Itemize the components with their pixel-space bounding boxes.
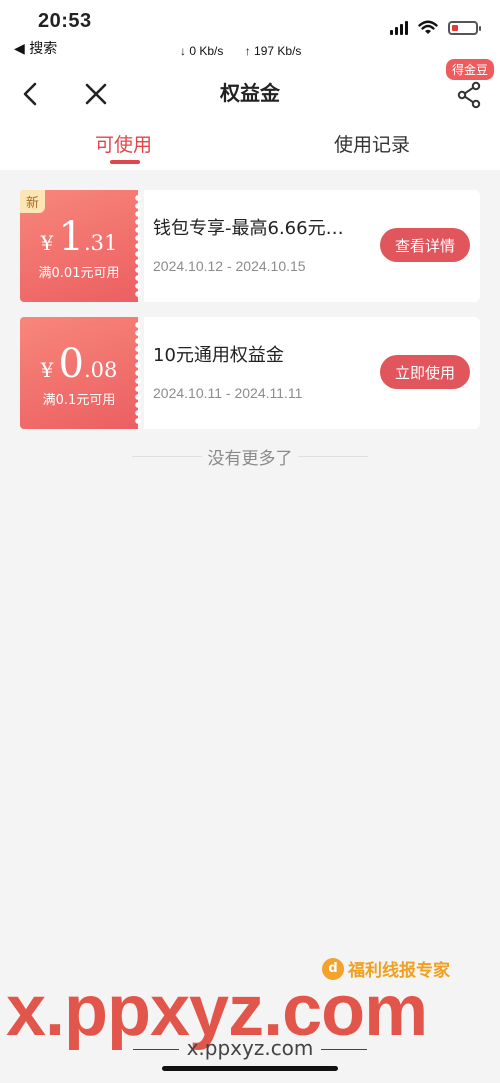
new-badge: 新 — [20, 190, 46, 213]
watermark-url: x.ppxyz.com — [0, 1036, 500, 1060]
coupon-title: 10元通用权益金 — [153, 345, 284, 366]
back-to-app-link[interactable]: ◀ 搜索 — [14, 38, 57, 58]
coupon-amount-panel: ¥ 0.08 满0.1元可用 — [20, 317, 142, 429]
active-tab-indicator — [110, 160, 140, 164]
screen: 20:53 ◀ 搜索 ↓ 0 Kb/s ↑ 197 Kb/s 权益金 得金豆 可… — [0, 0, 500, 1083]
coupon-card[interactable]: 新 ¥ 1.31 满0.01元可用 钱包专享-最高6.66元… 2024.10.… — [20, 190, 480, 302]
coupon-card[interactable]: ¥ 0.08 满0.1元可用 10元通用权益金 2024.10.11 - 202… — [20, 317, 480, 429]
view-details-button[interactable]: 查看详情 — [380, 228, 470, 262]
coupon-threshold: 满0.01元可用 — [38, 266, 120, 281]
wifi-icon — [418, 20, 438, 34]
home-indicator[interactable] — [162, 1066, 338, 1071]
coupon-amount: ¥ 0.08 — [20, 341, 138, 387]
currency-symbol: ¥ — [40, 231, 54, 255]
coupon-info: 10元通用权益金 2024.10.11 - 2024.11.11 立即使用 — [144, 317, 480, 429]
use-now-button[interactable]: 立即使用 — [380, 355, 470, 389]
tab-bar: 可使用 使用记录 — [0, 120, 500, 170]
ticket-edge — [134, 194, 142, 298]
system-icons — [390, 20, 481, 36]
coupon-info: 钱包专享-最高6.66元… 2024.10.12 - 2024.10.15 查看… — [144, 190, 480, 302]
tab-available[interactable]: 可使用 — [95, 130, 152, 157]
page-title: 权益金 — [220, 81, 280, 105]
nav-bar: 权益金 得金豆 — [0, 59, 500, 120]
coupon-title: 钱包专享-最高6.66元… — [153, 218, 344, 239]
share-icon[interactable] — [454, 76, 484, 112]
network-speed: ↓ 0 Kb/s ↑ 197 Kb/s — [180, 44, 319, 58]
coupon-threshold: 满0.1元可用 — [42, 393, 116, 408]
clock: 20:53 — [38, 10, 92, 32]
amount-decimal: .31 — [83, 231, 118, 255]
coupon-amount-panel: 新 ¥ 1.31 满0.01元可用 — [20, 190, 142, 302]
coupon-amount: ¥ 1.31 — [20, 214, 138, 260]
end-of-list-text: 没有更多了 — [0, 444, 500, 469]
amount-decimal: .08 — [83, 358, 118, 382]
amount-integer: 1 — [58, 214, 84, 260]
cellular-signal-icon — [390, 21, 408, 35]
coupon-validity: 2024.10.11 - 2024.11.11 — [153, 385, 303, 401]
tab-usage-history[interactable]: 使用记录 — [334, 130, 410, 157]
ticket-edge — [134, 321, 142, 425]
upload-speed: ↑ 197 Kb/s — [244, 44, 302, 58]
currency-symbol: ¥ — [40, 358, 54, 382]
amount-integer: 0 — [58, 341, 84, 387]
download-speed: ↓ 0 Kb/s — [180, 44, 224, 58]
coupon-validity: 2024.10.12 - 2024.10.15 — [153, 258, 306, 274]
battery-icon — [448, 21, 481, 35]
status-bar: 20:53 ◀ 搜索 ↓ 0 Kb/s ↑ 197 Kb/s — [0, 0, 500, 70]
